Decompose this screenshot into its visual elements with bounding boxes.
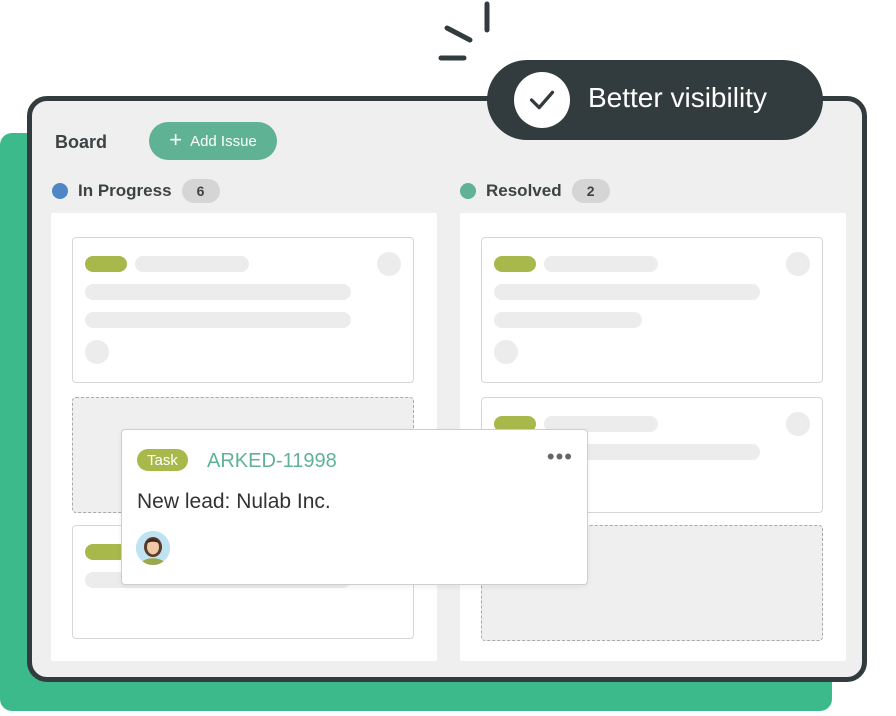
icon-skeleton <box>85 340 109 364</box>
column-header-in-progress: In Progress 6 <box>52 179 220 203</box>
status-dot <box>460 183 476 199</box>
status-dot <box>52 183 68 199</box>
avatar-skeleton <box>786 412 810 436</box>
title-skeleton <box>135 256 249 272</box>
type-pill-skeleton <box>494 256 536 272</box>
more-icon[interactable]: ••• <box>547 446 573 468</box>
check-icon <box>514 72 570 128</box>
issue-card[interactable] <box>481 237 823 383</box>
dragged-issue-card[interactable]: Task ARKED-11998 ••• New lead: Nulab Inc… <box>121 429 588 585</box>
issue-key-link[interactable]: ARKED-11998 <box>207 450 337 473</box>
title-skeleton <box>544 256 658 272</box>
column-name: In Progress <box>78 181 172 200</box>
avatar-skeleton <box>377 252 401 276</box>
type-pill-skeleton <box>85 256 127 272</box>
column-header-resolved: Resolved 2 <box>460 179 610 203</box>
text-skeleton <box>85 284 351 300</box>
text-skeleton <box>85 312 351 328</box>
better-visibility-tag: Better visibility <box>487 60 823 140</box>
column-name: Resolved <box>486 181 562 200</box>
issue-type-badge: Task <box>137 449 188 471</box>
column-count: 2 <box>571 179 610 203</box>
issue-summary: New lead: Nulab Inc. <box>137 490 331 513</box>
avatar[interactable] <box>136 531 170 565</box>
sparkle-icon <box>438 1 490 61</box>
board-title: Board <box>55 132 108 152</box>
column-count: 6 <box>181 179 220 203</box>
issue-card[interactable] <box>72 237 414 383</box>
avatar-skeleton <box>786 252 810 276</box>
add-issue-button[interactable]: + Add Issue <box>149 122 277 160</box>
text-skeleton <box>494 312 642 328</box>
tag-label: Better visibility <box>588 82 767 113</box>
kanban-board: Board + Add Issue In Progress 6 Resolved… <box>27 96 867 682</box>
add-issue-label: Add Issue <box>190 132 257 150</box>
plus-icon: + <box>169 127 183 152</box>
icon-skeleton <box>494 340 518 364</box>
text-skeleton <box>494 284 760 300</box>
